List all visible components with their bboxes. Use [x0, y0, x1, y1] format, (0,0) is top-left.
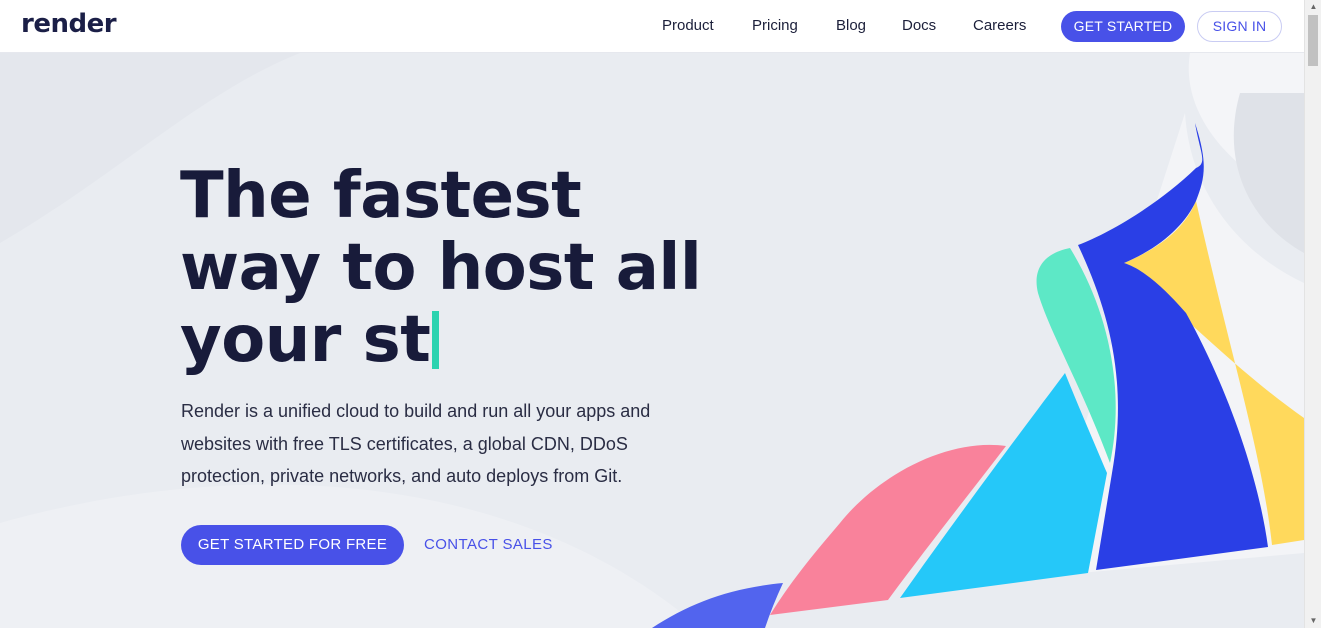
- render-logo[interactable]: render: [21, 9, 117, 39]
- headline-line-3: your st: [180, 304, 701, 376]
- get-started-button[interactable]: GET STARTED: [1061, 11, 1185, 42]
- headline-line-2: way to host all: [180, 231, 702, 305]
- nav-careers[interactable]: Careers: [973, 17, 1026, 34]
- top-navbar: render Product Pricing Blog Docs Careers…: [0, 0, 1304, 53]
- get-started-free-button[interactable]: GET STARTED FOR FREE: [181, 525, 404, 565]
- hero-description: Render is a unified cloud to build and r…: [181, 401, 651, 486]
- typing-cursor: [432, 311, 440, 369]
- contact-sales-link[interactable]: CONTACT SALES: [424, 536, 553, 553]
- scroll-thumb[interactable]: [1308, 15, 1318, 66]
- headline-line-1: The fastest: [180, 159, 582, 233]
- sign-in-button[interactable]: SIGN IN: [1197, 11, 1282, 42]
- nav-blog[interactable]: Blog: [836, 17, 866, 34]
- scroll-up-icon[interactable]: ▲: [1305, 0, 1321, 14]
- vertical-scrollbar[interactable]: ▲ ▼: [1304, 0, 1321, 628]
- nav-docs[interactable]: Docs: [902, 17, 936, 34]
- bg-wave-right: [1233, 93, 1304, 253]
- scroll-down-icon[interactable]: ▼: [1305, 614, 1321, 628]
- hero-headline: The fastest way to host all your st: [180, 159, 702, 376]
- headline-typing-text: your st: [180, 303, 431, 377]
- nav-product[interactable]: Product: [662, 17, 714, 34]
- nav-pricing[interactable]: Pricing: [752, 17, 798, 34]
- hero-section: The fastest way to host all your st Rend…: [0, 53, 1304, 628]
